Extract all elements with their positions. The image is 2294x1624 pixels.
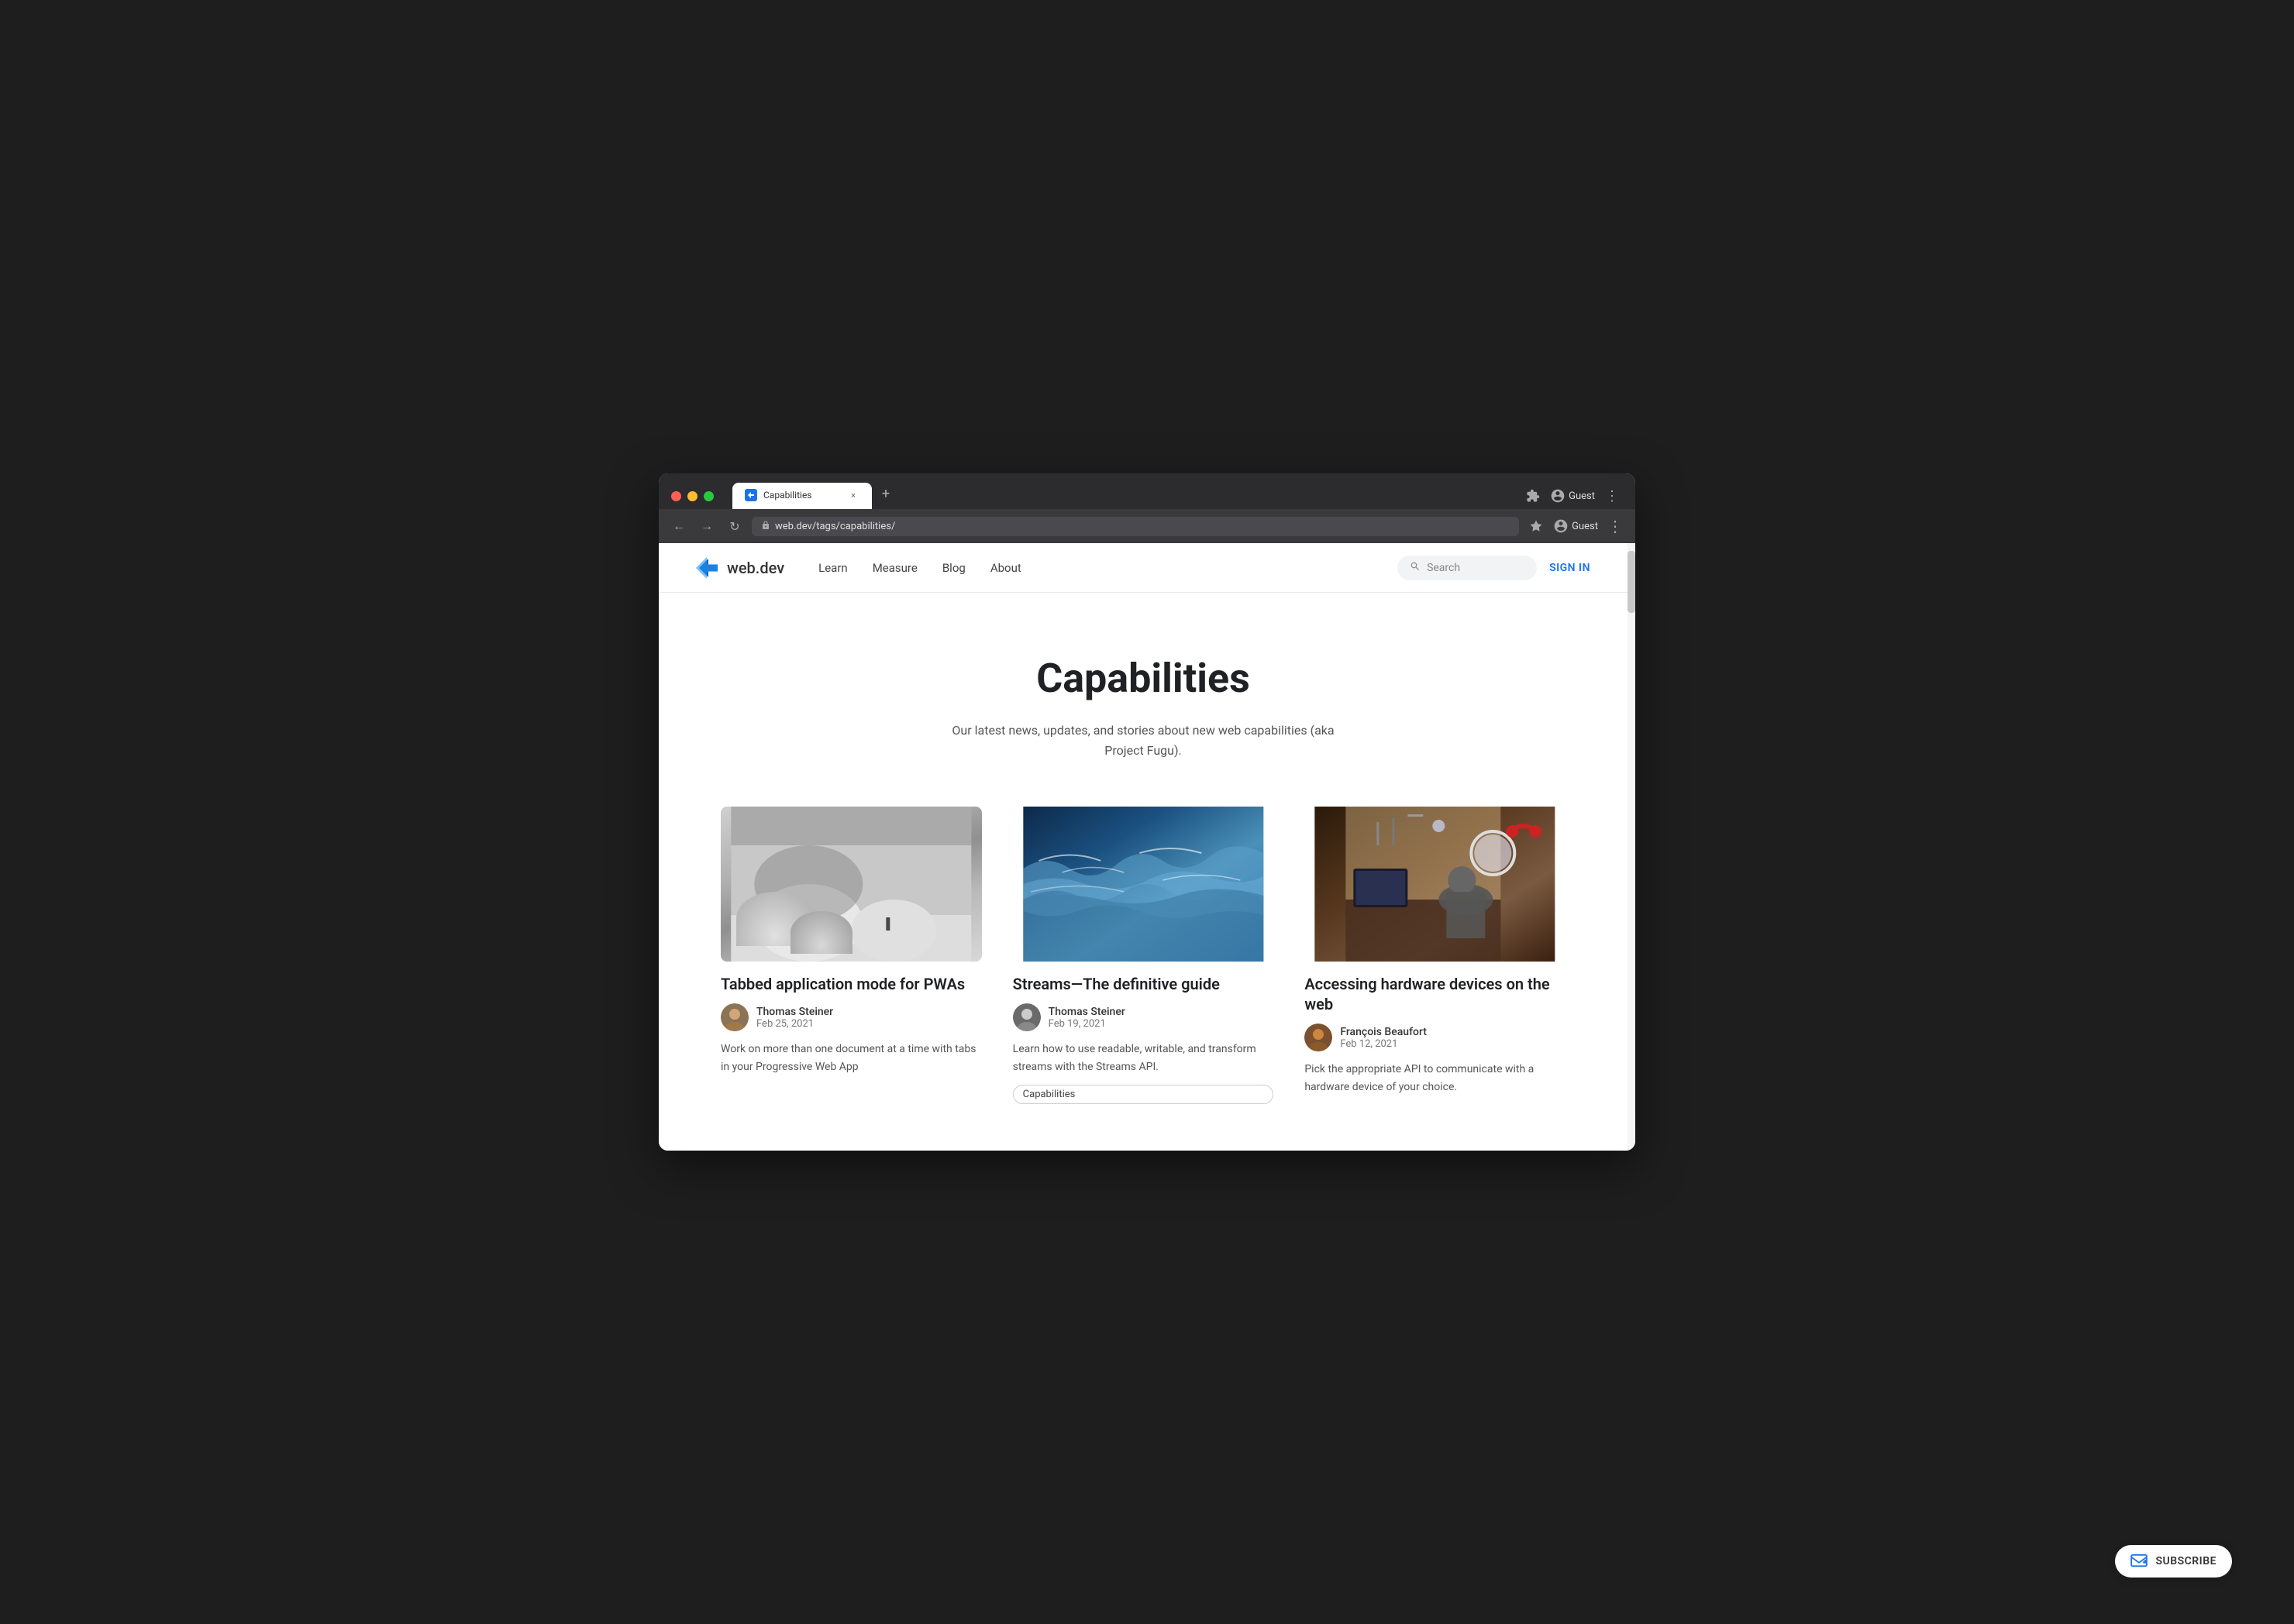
nav-measure[interactable]: Measure <box>863 555 927 581</box>
articles-section: Tabbed application mode for PWAs <box>659 807 1628 1151</box>
website-content: web.dev Learn Measure Blog About <box>659 543 1628 1151</box>
browser-tabs: Capabilities × + <box>732 483 1513 509</box>
search-box[interactable]: Search <box>1397 556 1537 580</box>
page-title: Capabilities <box>696 655 1590 702</box>
author-info-2: Thomas Steiner Feb 19, 2021 <box>1049 1006 1125 1030</box>
profile-name: Guest <box>1569 490 1595 502</box>
sign-in-button[interactable]: SIGN IN <box>1549 562 1590 574</box>
new-tab-button[interactable]: + <box>875 483 897 504</box>
article-image-2 <box>1013 807 1274 962</box>
logo-text: web.dev <box>727 559 784 577</box>
article-tag-2[interactable]: Capabilities <box>1013 1085 1274 1104</box>
avatar-image-3 <box>1304 1024 1332 1051</box>
article-title-2[interactable]: Streams—The definitive guide <box>1013 974 1274 994</box>
article-excerpt-1: Work on more than one document at a time… <box>721 1041 982 1075</box>
browser-menu-icon[interactable]: ⋮ <box>1601 485 1623 507</box>
page-wrapper: web.dev Learn Measure Blog About <box>659 543 1635 1151</box>
streams-image <box>1013 807 1274 962</box>
browser-titlebar: Capabilities × + Guest ⋮ <box>659 473 1635 509</box>
article-excerpt-2: Learn how to use readable, writable, and… <box>1013 1041 1274 1075</box>
toolbar-extras: Guest ⋮ <box>1525 515 1626 537</box>
site-nav: Learn Measure Blog About <box>809 555 1397 581</box>
minimize-button[interactable] <box>687 491 698 501</box>
page-scrollbar[interactable] <box>1628 543 1635 1151</box>
article-card-1: Tabbed application mode for PWAs <box>721 807 982 1104</box>
maximize-button[interactable] <box>704 491 714 501</box>
tab-close-button[interactable]: × <box>847 489 859 501</box>
nav-about[interactable]: About <box>981 555 1031 581</box>
profile-button[interactable]: Guest <box>1550 488 1595 504</box>
tab-favicon <box>745 489 757 501</box>
article-date-3: Feb 12, 2021 <box>1340 1038 1427 1050</box>
article-author-row-2: Thomas Steiner Feb 19, 2021 <box>1013 1003 1274 1031</box>
search-icon <box>1410 561 1421 575</box>
site-header-right: Search SIGN IN <box>1397 556 1590 580</box>
author-info-3: François Beaufort Feb 12, 2021 <box>1340 1026 1427 1050</box>
article-date-1: Feb 25, 2021 <box>756 1018 833 1030</box>
hero-description: Our latest news, updates, and stories ab… <box>942 721 1345 760</box>
hero-section: Capabilities Our latest news, updates, a… <box>659 593 1628 807</box>
avatar-image-1 <box>721 1003 749 1031</box>
author-name-2: Thomas Steiner <box>1049 1006 1125 1018</box>
toolbar-profile-button[interactable]: Guest <box>1553 518 1598 534</box>
browser-chrome: Capabilities × + Guest ⋮ <box>659 473 1635 543</box>
toolbar-menu-icon[interactable]: ⋮ <box>1604 515 1626 537</box>
site-logo[interactable]: web.dev <box>696 556 784 580</box>
nav-blog[interactable]: Blog <box>933 555 975 581</box>
subscribe-label: SUBSCRIBE <box>2155 1555 2216 1567</box>
article-image-3 <box>1304 807 1566 962</box>
author-name-1: Thomas Steiner <box>756 1006 833 1018</box>
avatar-image-2 <box>1013 1003 1041 1031</box>
refresh-button[interactable]: ↻ <box>724 515 746 537</box>
search-placeholder: Search <box>1427 562 1460 574</box>
article-card-3: Accessing hardware devices on the web <box>1304 807 1566 1104</box>
author-name-3: François Beaufort <box>1340 1026 1427 1038</box>
author-avatar-2 <box>1013 1003 1041 1031</box>
browser-tab-active[interactable]: Capabilities × <box>732 483 872 509</box>
lock-icon <box>761 521 770 532</box>
back-button[interactable]: ← <box>668 515 690 537</box>
author-avatar-1 <box>721 1003 749 1031</box>
article-title-1[interactable]: Tabbed application mode for PWAs <box>721 974 982 994</box>
scrollbar-thumb[interactable] <box>1628 551 1635 613</box>
browser-window: Capabilities × + Guest ⋮ <box>659 473 1635 1151</box>
tab-title: Capabilities <box>763 490 841 501</box>
articles-grid: Tabbed application mode for PWAs <box>721 807 1566 1104</box>
close-button[interactable] <box>671 491 681 501</box>
subscribe-icon <box>2130 1554 2148 1568</box>
toolbar-profile-name: Guest <box>1572 521 1598 532</box>
logo-icon <box>696 556 721 580</box>
url-text: web.dev/tags/capabilities/ <box>775 521 895 532</box>
hardware-image <box>1304 807 1566 962</box>
traffic-lights <box>671 491 714 501</box>
extensions-icon[interactable] <box>1522 485 1544 507</box>
address-bar[interactable]: web.dev/tags/capabilities/ <box>752 517 1519 536</box>
article-author-row-3: François Beaufort Feb 12, 2021 <box>1304 1024 1566 1051</box>
article-image-1 <box>721 807 982 962</box>
site-header: web.dev Learn Measure Blog About <box>659 543 1628 593</box>
author-info-1: Thomas Steiner Feb 25, 2021 <box>756 1006 833 1030</box>
browser-extras-right: Guest ⋮ <box>1522 485 1623 507</box>
nav-learn[interactable]: Learn <box>809 555 857 581</box>
article-date-2: Feb 19, 2021 <box>1049 1018 1125 1030</box>
browser-toolbar: ← → ↻ web.dev/tags/capabilities/ <box>659 509 1635 543</box>
article-author-row-1: Thomas Steiner Feb 25, 2021 <box>721 1003 982 1031</box>
article-card-2: Streams—The definitive guide <box>1013 807 1274 1104</box>
article-title-3[interactable]: Accessing hardware devices on the web <box>1304 974 1566 1014</box>
subscribe-button[interactable]: SUBSCRIBE <box>2115 1545 2232 1578</box>
snow-domes-image <box>721 807 982 962</box>
author-avatar-3 <box>1304 1024 1332 1051</box>
article-excerpt-3: Pick the appropriate API to communicate … <box>1304 1061 1566 1096</box>
forward-button[interactable]: → <box>696 515 718 537</box>
toolbar-extensions-icon[interactable] <box>1525 515 1547 537</box>
